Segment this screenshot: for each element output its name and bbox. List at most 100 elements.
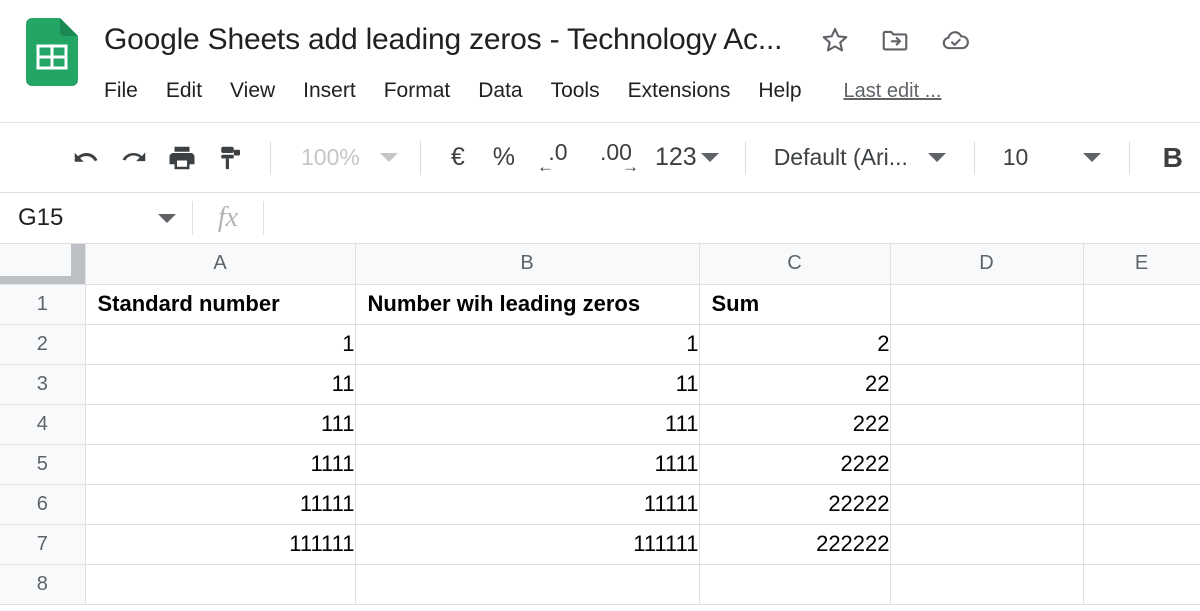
font-family-dropdown[interactable]: Default (Ari... [762, 134, 958, 182]
cell-d1[interactable] [890, 284, 1083, 324]
cell-c2[interactable]: 2 [699, 324, 890, 364]
zoom-value: 100% [301, 144, 360, 171]
row-header-1[interactable]: 1 [0, 284, 85, 324]
column-header-a[interactable]: A [85, 244, 355, 284]
paint-format-icon [215, 143, 245, 173]
cell-b2[interactable]: 1 [355, 324, 699, 364]
cell-d7[interactable] [890, 524, 1083, 564]
menu-item-file[interactable]: File [104, 77, 152, 105]
table-row: 6 11111 11111 22222 [0, 484, 1200, 524]
fx-icon: fx [193, 202, 263, 234]
table-row: 7 111111 111111 222222 [0, 524, 1200, 564]
paint-format-button[interactable] [206, 134, 254, 182]
increase-decimal-button[interactable]: .00 → [587, 134, 645, 182]
cell-a7[interactable]: 111111 [85, 524, 355, 564]
cell-c7[interactable]: 222222 [699, 524, 890, 564]
column-header-row: A B C D E [0, 244, 1200, 284]
google-sheets-logo[interactable] [26, 18, 78, 86]
decrease-decimal-button[interactable]: .0 ← [529, 134, 587, 182]
zoom-dropdown[interactable]: 100% [287, 144, 404, 171]
cell-c5[interactable]: 2222 [699, 444, 890, 484]
currency-format-button[interactable]: € [437, 134, 479, 182]
percent-format-button[interactable]: % [479, 134, 529, 182]
last-edit-link[interactable]: Last edit ... [844, 80, 942, 103]
menu-item-extensions[interactable]: Extensions [614, 77, 745, 105]
menu-item-tools[interactable]: Tools [537, 77, 614, 105]
toolbar: 100% € % .0 ← .00 → 123 Default (Ari... … [0, 122, 1200, 192]
cell-b4[interactable]: 111 [355, 404, 699, 444]
cell-a2[interactable]: 1 [85, 324, 355, 364]
cell-a8[interactable] [85, 564, 355, 604]
cell-a4[interactable]: 111 [85, 404, 355, 444]
cell-c3[interactable]: 22 [699, 364, 890, 404]
document-title[interactable]: Google Sheets add leading zeros - Techno… [104, 23, 782, 57]
cell-e8[interactable] [1083, 564, 1200, 604]
redo-button[interactable] [110, 134, 158, 182]
cell-e6[interactable] [1083, 484, 1200, 524]
cell-c1[interactable]: Sum [699, 284, 890, 324]
cell-c8[interactable] [699, 564, 890, 604]
cell-d5[interactable] [890, 444, 1083, 484]
menu-item-data[interactable]: Data [464, 77, 536, 105]
cell-e3[interactable] [1083, 364, 1200, 404]
cell-d4[interactable] [890, 404, 1083, 444]
menu-item-view[interactable]: View [216, 77, 289, 105]
column-header-d[interactable]: D [890, 244, 1083, 284]
column-header-b[interactable]: B [355, 244, 699, 284]
cell-d6[interactable] [890, 484, 1083, 524]
cell-c6[interactable]: 22222 [699, 484, 890, 524]
cell-b7[interactable]: 111111 [355, 524, 699, 564]
menu-bar: File Edit View Insert Format Data Tools … [104, 68, 1200, 114]
formula-input[interactable] [264, 193, 1200, 243]
name-box[interactable]: G15 [0, 193, 192, 243]
cell-b8[interactable] [355, 564, 699, 604]
toolbar-divider-5 [1129, 141, 1130, 175]
bold-button[interactable]: B [1146, 134, 1200, 182]
font-size-value: 10 [1003, 144, 1029, 171]
undo-button[interactable] [62, 134, 110, 182]
cell-e4[interactable] [1083, 404, 1200, 444]
cell-a3[interactable]: 11 [85, 364, 355, 404]
menu-item-format[interactable]: Format [370, 77, 465, 105]
cell-e2[interactable] [1083, 324, 1200, 364]
row-header-5[interactable]: 5 [0, 444, 85, 484]
cell-b1[interactable]: Number wih leading zeros [355, 284, 699, 324]
cell-e1[interactable] [1083, 284, 1200, 324]
column-header-c[interactable]: C [699, 244, 890, 284]
star-icon[interactable] [820, 25, 850, 55]
cell-a5[interactable]: 1111 [85, 444, 355, 484]
row-header-2[interactable]: 2 [0, 324, 85, 364]
menu-item-edit[interactable]: Edit [152, 77, 216, 105]
cell-c4[interactable]: 222 [699, 404, 890, 444]
row-header-6[interactable]: 6 [0, 484, 85, 524]
font-size-dropdown[interactable]: 10 [991, 134, 1113, 182]
cell-e5[interactable] [1083, 444, 1200, 484]
number-format-label: 123 [655, 143, 697, 172]
menu-item-insert[interactable]: Insert [289, 77, 370, 105]
print-button[interactable] [158, 134, 206, 182]
row-header-7[interactable]: 7 [0, 524, 85, 564]
cell-d2[interactable] [890, 324, 1083, 364]
move-to-folder-icon[interactable] [880, 25, 910, 55]
cell-a1[interactable]: Standard number [85, 284, 355, 324]
cell-d8[interactable] [890, 564, 1083, 604]
table-row: 3 11 11 22 [0, 364, 1200, 404]
cell-d3[interactable] [890, 364, 1083, 404]
column-header-e[interactable]: E [1083, 244, 1200, 284]
row-header-8[interactable]: 8 [0, 564, 85, 604]
cell-b3[interactable]: 11 [355, 364, 699, 404]
cell-e7[interactable] [1083, 524, 1200, 564]
cell-b5[interactable]: 1111 [355, 444, 699, 484]
toolbar-divider-4 [974, 141, 975, 175]
spreadsheet-grid[interactable]: A B C D E 1 Standard number Number wih l… [0, 244, 1200, 609]
table-row: 4 111 111 222 [0, 404, 1200, 444]
cell-b6[interactable]: 11111 [355, 484, 699, 524]
number-format-dropdown[interactable]: 123 [645, 143, 729, 172]
table-row: 2 1 1 2 [0, 324, 1200, 364]
row-header-3[interactable]: 3 [0, 364, 85, 404]
row-header-4[interactable]: 4 [0, 404, 85, 444]
cloud-saved-icon[interactable] [940, 24, 972, 56]
select-all-corner[interactable] [0, 244, 85, 284]
menu-item-help[interactable]: Help [744, 77, 815, 105]
cell-a6[interactable]: 11111 [85, 484, 355, 524]
